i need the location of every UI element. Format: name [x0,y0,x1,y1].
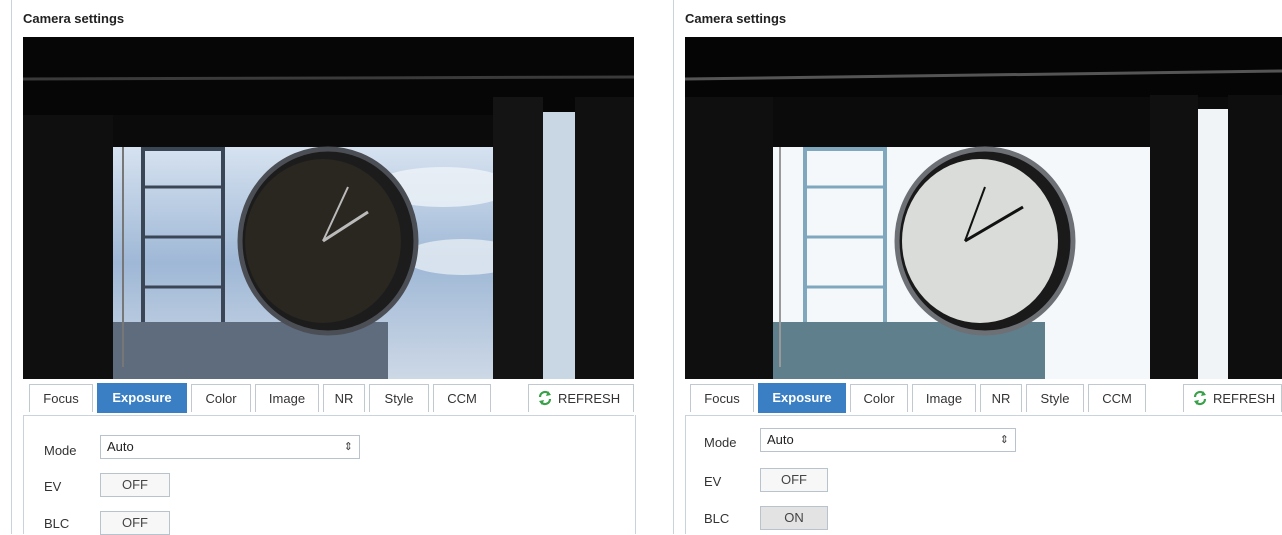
ev-label: EV [44,479,62,494]
blc-label: BLC [704,511,730,526]
tab-color[interactable]: Color [850,384,908,412]
mode-value: Auto [107,439,134,454]
tab-focus[interactable]: Focus [690,384,754,412]
refresh-label: REFRESH [1213,391,1276,406]
updown-arrows-icon: ⇕ [343,441,353,453]
ev-toggle-button[interactable]: OFF [760,468,828,492]
settings-tabbar: Focus Exposure Color Image NR Style CCM … [685,379,1282,416]
refresh-arrows-icon [537,388,553,406]
tab-exposure[interactable]: Exposure [97,383,187,413]
tab-image[interactable]: Image [255,384,319,412]
blc-toggle-button[interactable]: ON [760,506,828,530]
camera-preview-image [685,37,1282,379]
mode-label: Mode [704,435,737,450]
exposure-settings: Mode Auto ⇕ EV OFF BLC ON [685,415,1282,534]
exposure-settings: Mode Auto ⇕ EV OFF BLC OFF [23,415,636,535]
ev-toggle-button[interactable]: OFF [100,473,170,497]
refresh-button[interactable]: REFRESH [528,384,634,412]
tab-ccm[interactable]: CCM [433,384,491,412]
camera-panel-left: Camera settings Focus Exposure Color Ima… [0,0,640,535]
refresh-label: REFRESH [558,391,621,406]
tab-style[interactable]: Style [369,384,429,412]
panel-title: Camera settings [23,11,125,26]
tab-nr[interactable]: NR [980,384,1022,412]
updown-arrows-icon: ⇕ [999,434,1009,446]
mode-select[interactable]: Auto ⇕ [760,428,1016,452]
panel-left-border [11,0,12,534]
camera-panel-right: Camera settings Focus Exposure Color Ima… [660,0,1282,534]
mode-select[interactable]: Auto ⇕ [100,435,360,459]
tab-focus[interactable]: Focus [29,384,93,412]
panel-right-border [673,0,674,534]
camera-preview-image [23,37,634,379]
refresh-button[interactable]: REFRESH [1183,384,1282,412]
refresh-arrows-icon [1192,388,1208,406]
tab-color[interactable]: Color [191,384,251,412]
tab-ccm[interactable]: CCM [1088,384,1146,412]
ev-label: EV [704,474,722,489]
mode-label: Mode [44,443,77,458]
mode-value: Auto [767,432,794,447]
tab-exposure[interactable]: Exposure [758,383,846,413]
tab-image[interactable]: Image [912,384,976,412]
panel-title: Camera settings [685,11,787,26]
blc-toggle-button[interactable]: OFF [100,511,170,535]
tab-nr[interactable]: NR [323,384,365,412]
blc-label: BLC [44,516,70,531]
tab-style[interactable]: Style [1026,384,1084,412]
settings-tabbar: Focus Exposure Color Image NR Style CCM … [23,379,634,416]
